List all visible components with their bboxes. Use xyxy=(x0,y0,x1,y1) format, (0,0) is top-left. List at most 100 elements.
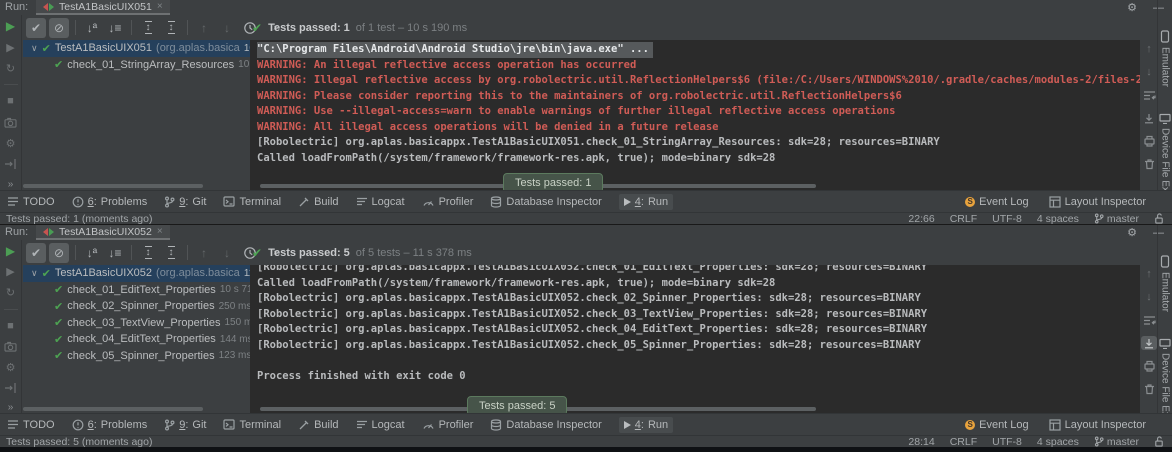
toolbar-item-todo[interactable]: TODO xyxy=(7,419,55,431)
toolbar-item-build[interactable]: Build xyxy=(298,196,338,208)
stop-icon[interactable]: ■ xyxy=(3,94,19,108)
toolbar-item-git[interactable]: 9:Git xyxy=(164,196,206,208)
line-ending-widget[interactable]: CRLF xyxy=(950,436,977,448)
sort-alphabetically-icon[interactable]: ↓ª xyxy=(82,18,102,38)
up-stacktrace-icon[interactable]: ↑ xyxy=(1141,267,1157,281)
test-row[interactable]: ✔ check_04_EditText_Properties 144 ms xyxy=(23,331,250,348)
collapse-all-icon[interactable]: ↕ xyxy=(161,18,181,38)
hidden-actions-chevron-icon[interactable]: » xyxy=(8,179,14,190)
rerun-failed-icon[interactable]: ▶ xyxy=(3,265,19,279)
line-ending-widget[interactable]: CRLF xyxy=(950,213,977,225)
expander-icon[interactable]: ∨ xyxy=(31,43,38,54)
toolbar-item-profiler[interactable]: Profiler xyxy=(422,196,474,208)
console-output[interactable]: [Robolectric] org.aplas.basicappx.TestA1… xyxy=(250,265,1140,413)
toolbar-item-terminal[interactable]: Terminal xyxy=(223,196,281,208)
print-icon[interactable] xyxy=(1141,134,1157,148)
import-test-results-icon[interactable] xyxy=(3,157,19,171)
status-message[interactable]: Tests passed: 5 (moments ago) xyxy=(6,436,152,448)
auto-test-icon[interactable]: ↻ xyxy=(3,286,19,300)
toolbar-item-logcat[interactable]: Logcat xyxy=(356,419,405,431)
toolbar-item-profiler[interactable]: Profiler xyxy=(422,419,474,431)
layout-inspector-button[interactable]: Layout Inspector xyxy=(1049,196,1146,208)
layout-inspector-button[interactable]: Layout Inspector xyxy=(1049,419,1146,431)
up-stacktrace-icon[interactable]: ↑ xyxy=(1141,42,1157,56)
stop-icon[interactable]: ■ xyxy=(3,319,19,333)
expand-all-icon[interactable]: ↕ xyxy=(138,18,158,38)
debug-settings-icon[interactable]: ⚙ xyxy=(3,136,19,150)
debug-settings-icon[interactable]: ⚙ xyxy=(3,360,19,374)
down-stacktrace-icon[interactable]: ↓ xyxy=(1141,290,1157,304)
test-row[interactable]: ✔ check_03_TextView_Properties 150 ms xyxy=(23,315,250,332)
previous-occurrence-icon[interactable]: ↑ xyxy=(194,18,214,38)
test-row[interactable]: ✔ check_01_StringArray_Resources 10 s 19… xyxy=(23,57,250,74)
emulator-stripe-button[interactable]: Emulator xyxy=(1160,30,1171,87)
emulator-stripe-button[interactable]: Emulator xyxy=(1160,255,1171,312)
git-branch-widget[interactable]: master xyxy=(1094,436,1139,448)
caret-position-widget[interactable]: 28:14 xyxy=(908,436,934,448)
sort-by-duration-icon[interactable]: ↓≡ xyxy=(105,18,125,38)
encoding-widget[interactable]: UTF-8 xyxy=(992,436,1022,448)
rerun-failed-icon[interactable]: ▶ xyxy=(3,40,19,54)
previous-occurrence-icon[interactable]: ↑ xyxy=(194,243,214,263)
toolbar-item-database-inspector[interactable]: Database Inspector xyxy=(490,419,601,431)
scroll-to-end-icon[interactable] xyxy=(1141,336,1157,350)
toolbar-item-git[interactable]: 9:Git xyxy=(164,419,206,431)
toolbar-item-terminal[interactable]: Terminal xyxy=(223,419,281,431)
toolbar-item-todo[interactable]: TODO xyxy=(7,196,55,208)
console-output[interactable]: "C:\Program Files\Android\Android Studio… xyxy=(250,40,1140,190)
down-stacktrace-icon[interactable]: ↓ xyxy=(1141,65,1157,79)
show-passed-filter-icon[interactable]: ✔ xyxy=(26,18,46,38)
sort-by-duration-icon[interactable]: ↓≡ xyxy=(105,243,125,263)
encoding-widget[interactable]: UTF-8 xyxy=(992,213,1022,225)
tree-scrollbar[interactable] xyxy=(23,407,203,411)
indent-widget[interactable]: 4 spaces xyxy=(1037,436,1079,448)
screenshot-icon[interactable] xyxy=(3,339,19,353)
toolbar-item-run[interactable]: 4:Run xyxy=(619,417,673,433)
screenshot-icon[interactable] xyxy=(3,115,19,129)
run-tab[interactable]: TestA1BasicUIX051 × xyxy=(36,0,170,15)
toolbar-item-problems[interactable]: 6:Problems xyxy=(72,196,148,208)
expand-all-icon[interactable]: ↕ xyxy=(138,243,158,263)
run-tab[interactable]: TestA1BasicUIX052 × xyxy=(36,225,170,240)
show-ignored-filter-icon[interactable]: ⊘ xyxy=(49,18,69,38)
hidden-actions-chevron-icon[interactable]: » xyxy=(8,402,14,413)
show-ignored-filter-icon[interactable]: ⊘ xyxy=(49,243,69,263)
test-row[interactable]: ✔ check_01_EditText_Properties 10 s 711 … xyxy=(23,282,250,299)
gear-icon[interactable]: ⚙ xyxy=(1127,1,1137,14)
toolbar-item-build[interactable]: Build xyxy=(298,419,338,431)
tree-scrollbar[interactable] xyxy=(23,184,203,188)
scroll-to-end-icon[interactable] xyxy=(1141,111,1157,125)
import-test-results-icon[interactable] xyxy=(3,381,19,395)
test-row[interactable]: ✔ check_05_Spinner_Properties 123 ms xyxy=(23,348,250,365)
status-message[interactable]: Tests passed: 1 (moments ago) xyxy=(6,213,152,225)
git-branch-widget[interactable]: master xyxy=(1094,213,1139,225)
print-icon[interactable] xyxy=(1141,359,1157,373)
toolbar-item-logcat[interactable]: Logcat xyxy=(356,196,405,208)
show-passed-filter-icon[interactable]: ✔ xyxy=(26,243,46,263)
clear-console-icon[interactable] xyxy=(1141,157,1157,171)
test-root-row[interactable]: ∨ ✔ TestA1BasicUIX051 (org.aplas.basica … xyxy=(23,40,250,57)
auto-test-icon[interactable]: ↻ xyxy=(3,61,19,75)
next-occurrence-icon[interactable]: ↓ xyxy=(217,243,237,263)
toolbar-item-problems[interactable]: 6:Problems xyxy=(72,419,148,431)
close-icon[interactable]: × xyxy=(157,2,163,12)
clear-console-icon[interactable] xyxy=(1141,382,1157,396)
lock-icon[interactable] xyxy=(1154,436,1164,447)
collapse-all-icon[interactable]: ↕ xyxy=(161,243,181,263)
test-row[interactable]: ✔ check_02_Spinner_Properties 250 ms xyxy=(23,298,250,315)
rerun-icon[interactable]: ▶ xyxy=(3,244,19,258)
indent-widget[interactable]: 4 spaces xyxy=(1037,213,1079,225)
toolbar-item-database-inspector[interactable]: Database Inspector xyxy=(490,196,601,208)
expander-icon[interactable]: ∨ xyxy=(31,268,38,279)
lock-icon[interactable] xyxy=(1154,213,1164,224)
event-log-button[interactable]: SEvent Log xyxy=(965,419,1029,431)
rerun-icon[interactable]: ▶ xyxy=(3,19,19,33)
next-occurrence-icon[interactable]: ↓ xyxy=(217,18,237,38)
sort-alphabetically-icon[interactable]: ↓ª xyxy=(82,243,102,263)
event-log-button[interactable]: SEvent Log xyxy=(965,196,1029,208)
test-root-row[interactable]: ∨ ✔ TestA1BasicUIX052 (org.aplas.basica … xyxy=(23,265,250,282)
gear-icon[interactable]: ⚙ xyxy=(1127,226,1137,239)
soft-wrap-icon[interactable] xyxy=(1141,88,1157,102)
close-icon[interactable]: × xyxy=(157,227,163,237)
caret-position-widget[interactable]: 22:66 xyxy=(908,213,934,225)
